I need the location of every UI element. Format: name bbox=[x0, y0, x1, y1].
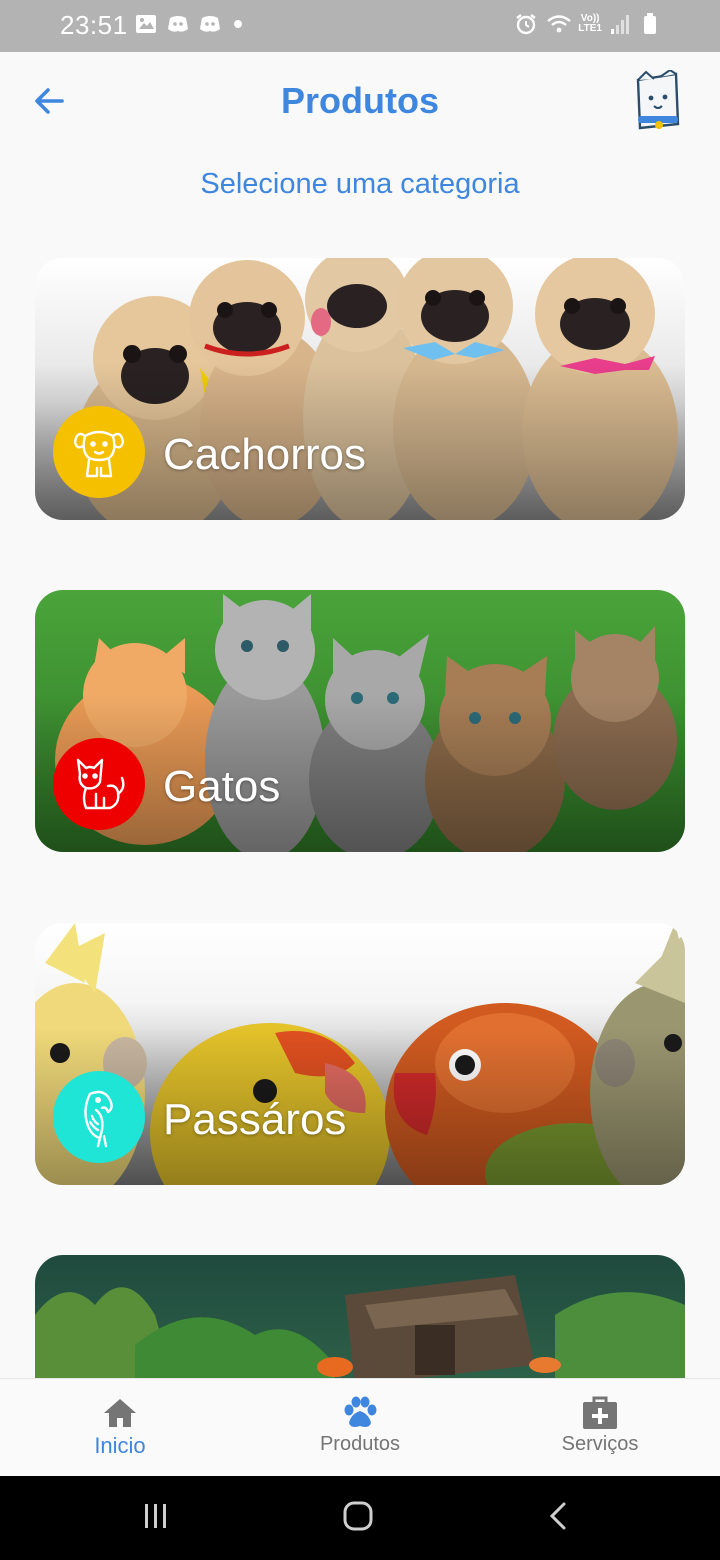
status-bar: 23:51 Vo)) LTE1 bbox=[0, 0, 720, 52]
page-title: Produtos bbox=[281, 80, 439, 121]
nav-label-servicos: Serviços bbox=[561, 1433, 639, 1455]
nav-item-produtos[interactable]: Produtos bbox=[240, 1379, 480, 1477]
category-label-dogs: Cachorros bbox=[163, 430, 366, 479]
category-prompt: Selecione uma categoria bbox=[200, 168, 520, 200]
discord-icon bbox=[166, 12, 190, 36]
cat-icon bbox=[53, 738, 145, 830]
paw-icon bbox=[340, 1395, 380, 1431]
discord-icon bbox=[198, 12, 222, 36]
chevron-left-icon bbox=[546, 1501, 570, 1536]
recent-apps-button[interactable] bbox=[136, 1500, 176, 1536]
alarm-icon bbox=[514, 12, 538, 36]
system-navigation-bar bbox=[0, 1476, 720, 1560]
nav-label-produtos: Produtos bbox=[319, 1433, 401, 1455]
bottom-navigation: Inicio Produtos Serviços bbox=[0, 1378, 720, 1476]
status-left-icons bbox=[134, 12, 242, 36]
nav-item-servicos[interactable]: Serviços bbox=[480, 1379, 720, 1477]
network-lte-label: LTE1 bbox=[578, 23, 602, 34]
dog-icon bbox=[53, 406, 145, 498]
home-button[interactable] bbox=[338, 1500, 378, 1536]
nav-label-inicio: Inicio bbox=[94, 1433, 146, 1458]
category-card-birds[interactable]: Passáros bbox=[35, 923, 685, 1185]
home-icon bbox=[100, 1395, 140, 1431]
parrot-icon bbox=[53, 1071, 145, 1163]
battery-icon bbox=[642, 12, 666, 36]
recent-apps-icon bbox=[141, 1502, 171, 1535]
wifi-icon bbox=[546, 12, 572, 36]
category-label-cats: Gatos bbox=[163, 762, 281, 811]
status-right-icons: Vo)) LTE1 bbox=[514, 12, 666, 36]
home-circle-icon bbox=[342, 1500, 374, 1537]
medical-kit-icon bbox=[580, 1395, 620, 1431]
image-icon bbox=[134, 12, 158, 36]
network-type-label: Vo)) LTE1 bbox=[578, 14, 602, 34]
nav-item-inicio[interactable]: Inicio bbox=[0, 1379, 240, 1477]
system-back-button[interactable] bbox=[538, 1500, 578, 1536]
notification-dot bbox=[234, 20, 242, 28]
category-card-cats[interactable]: Gatos bbox=[35, 590, 685, 852]
pet-shop-logo-icon bbox=[632, 68, 682, 132]
status-time: 23:51 bbox=[60, 10, 128, 40]
category-label-birds: Passáros bbox=[163, 1095, 347, 1144]
app-header: Produtos bbox=[0, 52, 720, 150]
signal-icon bbox=[610, 12, 634, 36]
category-card-dogs[interactable]: Cachorros bbox=[35, 258, 685, 520]
